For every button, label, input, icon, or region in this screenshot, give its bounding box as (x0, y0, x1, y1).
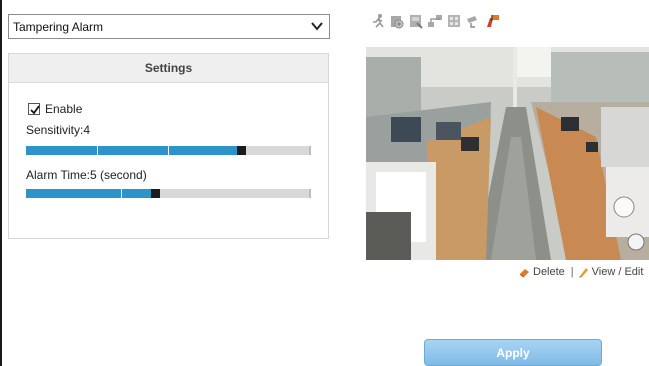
view-edit-link[interactable]: View / Edit (592, 266, 644, 278)
eraser-icon (519, 268, 529, 277)
motion-person-icon[interactable] (370, 13, 386, 29)
alarm-time-fill (26, 189, 151, 198)
checkmark-icon (30, 105, 40, 115)
alarm-time-slider[interactable] (26, 189, 311, 198)
camera-feed-image (366, 47, 649, 260)
intrusion-icon[interactable] (446, 13, 462, 29)
audio-detect-icon[interactable] (389, 13, 405, 29)
slider-tick (168, 146, 169, 155)
slider-end-cap (309, 146, 311, 155)
alarm-type-select[interactable]: Tampering Alarm (8, 14, 330, 39)
chevron-down-icon (311, 22, 323, 31)
settings-panel: Settings Enable Sensitivity:4 Alarm Time… (8, 53, 329, 239)
enable-row: Enable (28, 102, 82, 116)
slider-tick (121, 189, 122, 198)
sensitivity-fill (26, 146, 237, 155)
sensitivity-slider[interactable] (26, 146, 311, 155)
enable-checkbox[interactable] (28, 103, 40, 115)
actions-separator: | (570, 266, 574, 278)
network-icon[interactable] (427, 13, 443, 29)
slider-start-cap (26, 146, 28, 155)
apply-button[interactable]: Apply (424, 339, 602, 366)
slider-end-cap (309, 189, 311, 198)
pencil-icon (578, 267, 588, 277)
settings-title: Settings (9, 54, 328, 83)
camera-icon[interactable] (465, 13, 481, 29)
alarm-type-selected: Tampering Alarm (13, 19, 104, 34)
slider-tick (97, 146, 98, 155)
delete-link[interactable]: Delete (533, 266, 565, 278)
alarm-time-thumb[interactable] (151, 189, 160, 198)
camera-actions: Delete | View / Edit (519, 266, 643, 278)
frame-border (0, 0, 2, 366)
sensitivity-label: Sensitivity:4 (26, 123, 91, 137)
alarm-time-label: Alarm Time:5 (second) (26, 168, 147, 182)
sensitivity-thumb[interactable] (237, 146, 246, 155)
alarm-toolbar (370, 13, 500, 29)
slider-start-cap (26, 189, 28, 198)
enable-label: Enable (45, 102, 83, 116)
alarm-out-icon[interactable] (484, 13, 500, 29)
camera-preview[interactable] (366, 47, 649, 260)
tampering-icon[interactable] (408, 13, 424, 29)
